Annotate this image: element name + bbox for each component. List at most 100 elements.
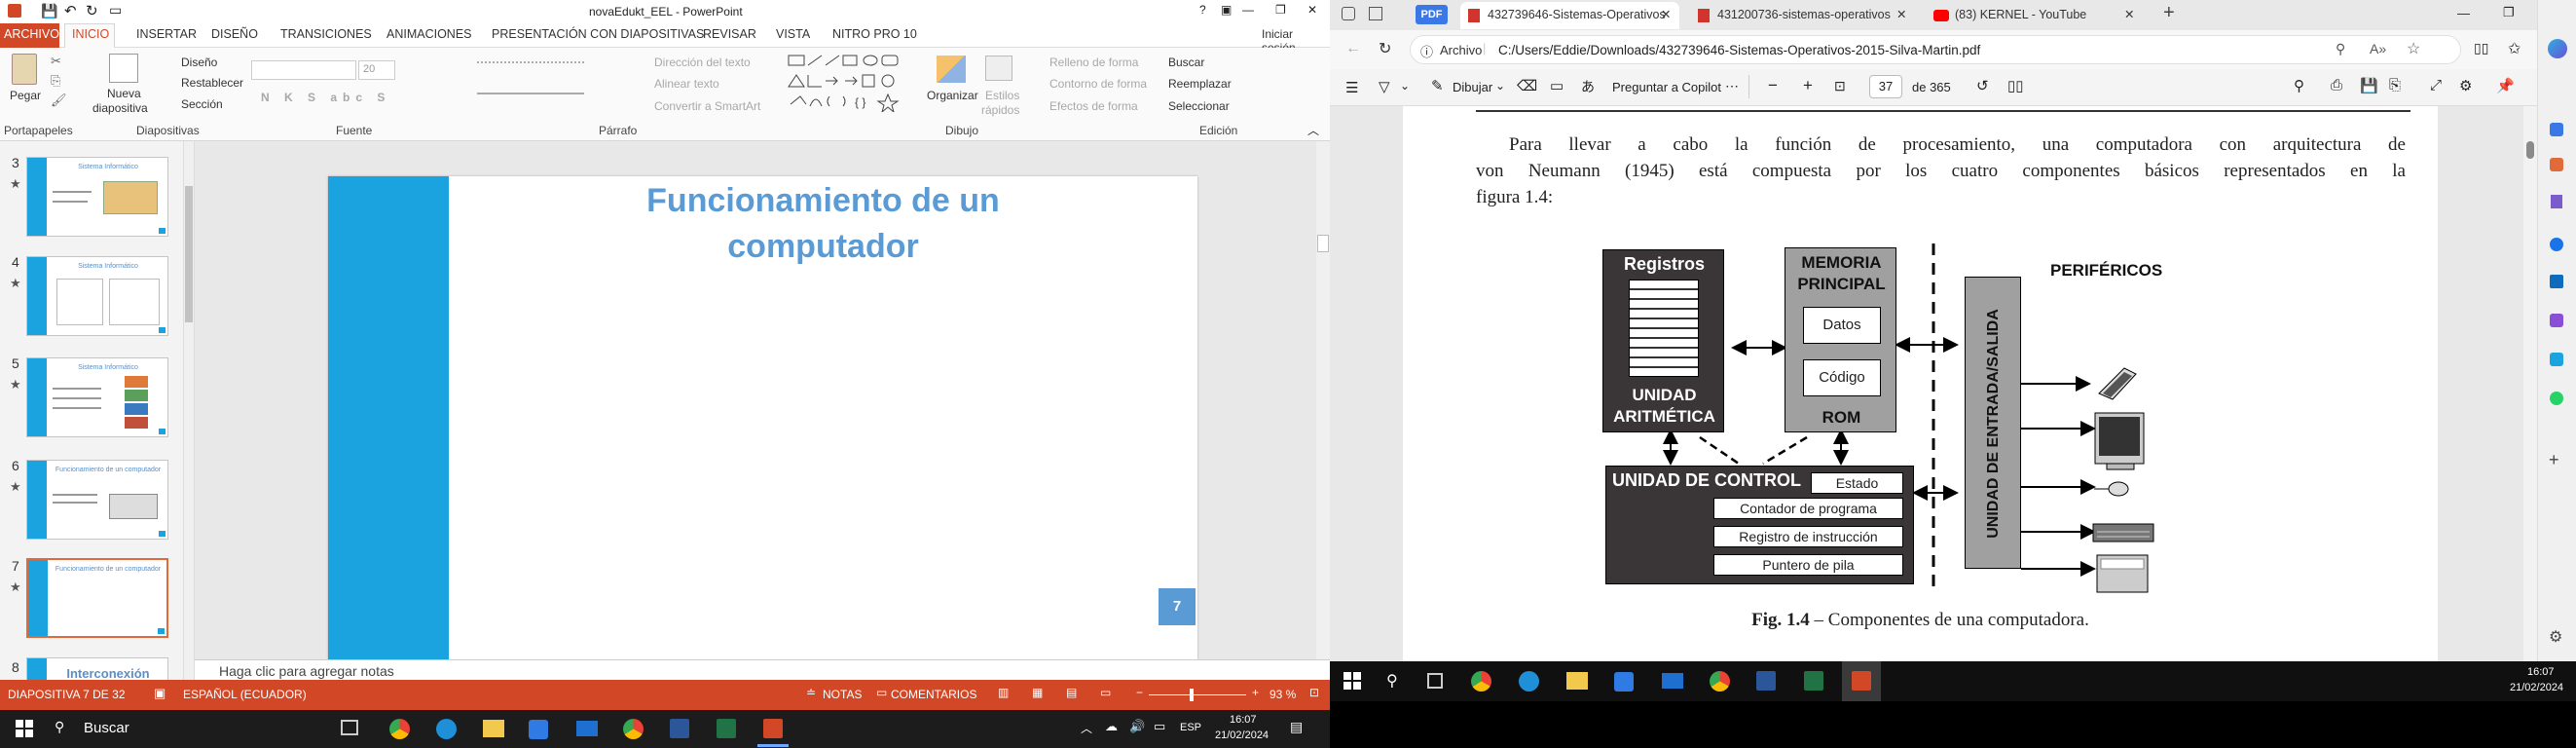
print-icon[interactable]: ⎙ <box>2331 77 2342 94</box>
mail-icon[interactable] <box>1662 673 1683 689</box>
ribbon-display-icon[interactable]: ▣ <box>1221 3 1232 17</box>
restore-icon[interactable]: ❐ <box>2503 5 2515 20</box>
editor-scrollbar[interactable] <box>1316 141 1330 659</box>
redo-icon[interactable]: ↻ <box>86 2 98 19</box>
page-number-input[interactable]: 37 <box>1869 75 1902 98</box>
new-slide-icon[interactable] <box>109 54 138 83</box>
network-icon[interactable]: ☁ <box>1105 719 1118 734</box>
draw-dropdown-icon[interactable]: ⌄ <box>1495 79 1505 93</box>
new-tab-icon[interactable]: + <box>2163 2 2175 24</box>
sidebar-outlook-icon[interactable] <box>2550 275 2563 288</box>
slide-thumb-6[interactable]: Funcionamiento de un computador <box>26 460 168 540</box>
tab-presentacion[interactable]: PRESENTACIÓN CON DIAPOSITIVAS <box>492 27 704 41</box>
zoom-in-icon[interactable]: + <box>1803 76 1813 95</box>
edge-tab-2[interactable]: 431200736-sistemas-operativos ✕ <box>1690 2 1914 29</box>
shape-outline-button[interactable]: Contorno de forma <box>1049 77 1147 91</box>
quick-styles-l1[interactable]: Estilos <box>985 89 1019 102</box>
edge-tab-1[interactable]: 432739646-Sistemas-Operativos ✕ <box>1460 2 1679 29</box>
split-screen-icon[interactable]: ▯▯ <box>2474 40 2488 56</box>
word-icon[interactable] <box>670 719 689 738</box>
powerpoint-taskbar-icon[interactable] <box>1852 671 1871 691</box>
pdf-scroll-thumb[interactable] <box>2526 141 2534 159</box>
help-icon[interactable]: ? <box>1199 3 1206 17</box>
text-icon[interactable]: ▭ <box>1550 77 1564 94</box>
copilot-icon[interactable] <box>2548 39 2567 58</box>
tab-archivo[interactable]: ARCHIVO <box>4 27 59 41</box>
paste-button[interactable]: Pegar <box>10 89 41 102</box>
slide-thumb-5[interactable]: Sistema Informático <box>26 357 168 437</box>
erase-icon[interactable]: ⌫ <box>1517 77 1537 94</box>
find-button[interactable]: Buscar <box>1168 56 1204 69</box>
word-icon[interactable] <box>1756 671 1776 691</box>
notes-icon[interactable]: ≐ <box>806 686 816 699</box>
smartart-button[interactable]: Convertir a SmartArt <box>654 99 760 113</box>
taskbar-search-label[interactable]: Buscar <box>84 720 129 736</box>
slide-thumb-4[interactable]: Sistema Informático <box>26 256 168 336</box>
fit-slide-icon[interactable]: ⊡ <box>1309 686 1319 699</box>
tab-vista[interactable]: VISTA <box>776 27 810 41</box>
refresh-icon[interactable]: ↻ <box>1379 39 1391 58</box>
reset-button[interactable]: Restablecer <box>181 76 243 90</box>
tray-chevron-icon[interactable]: ︿ <box>1081 720 1092 736</box>
store-icon[interactable] <box>529 720 548 739</box>
align-text-button[interactable]: Alinear texto <box>654 77 719 91</box>
tab-close-icon[interactable]: ✕ <box>1896 7 1906 21</box>
format-painter-icon[interactable]: 🖌 <box>51 93 67 108</box>
reading-view-icon[interactable]: ▤ <box>1066 686 1077 699</box>
language-status[interactable]: ESPAÑOL (ECUADOR) <box>183 688 307 701</box>
search-pdf-icon[interactable]: ⚲ <box>2294 77 2304 94</box>
normal-view-icon[interactable]: ▥ <box>998 686 1009 699</box>
file-explorer-icon[interactable] <box>1566 672 1588 690</box>
file-explorer-icon[interactable] <box>483 720 504 737</box>
powerpoint-taskbar-icon[interactable] <box>763 719 783 738</box>
section-button[interactable]: Sección <box>181 97 223 111</box>
edge-tab-3[interactable]: (83) KERNEL - YouTube ✕ <box>1926 2 2142 29</box>
clock-date[interactable]: 21/02/2024 <box>1215 729 1269 741</box>
volume-icon[interactable]: 🔊 <box>1129 719 1145 734</box>
contents-icon[interactable]: ☰ <box>1345 79 1358 96</box>
settings-icon[interactable]: ⚙ <box>2459 77 2472 94</box>
excel-icon[interactable] <box>1804 671 1823 691</box>
tab-nitro[interactable]: NITRO PRO 10 <box>832 27 917 41</box>
search-icon[interactable]: ⚲ <box>55 719 64 735</box>
tab-animaciones[interactable]: ANIMACIONES <box>386 27 472 41</box>
slide-thumb-7-selected[interactable]: Funcionamiento de un computador <box>26 558 168 638</box>
edge-icon[interactable] <box>1519 671 1539 692</box>
paste-icon[interactable] <box>12 54 37 85</box>
layout-button[interactable]: Diseño <box>181 56 217 69</box>
zoom-icon[interactable]: ⚲ <box>2336 41 2345 57</box>
notes-placeholder[interactable]: Haga clic para agregar notas <box>219 663 394 679</box>
shape-fill-button[interactable]: Relleno de forma <box>1049 56 1138 69</box>
rotate-icon[interactable]: ↺ <box>1976 77 1989 94</box>
cut-icon[interactable]: ✂ <box>51 54 61 69</box>
zoom-out-icon[interactable]: − <box>1768 76 1778 95</box>
highlight-dropdown-icon[interactable]: ⌄ <box>1400 79 1410 93</box>
zoom-out-icon[interactable]: − <box>1136 686 1143 699</box>
shapes-gallery[interactable]: { } <box>787 54 913 112</box>
slide-thumb-8[interactable]: Interconexión <box>26 657 168 680</box>
copilot-button[interactable]: Preguntar a Copilot <box>1612 80 1721 94</box>
align-buttons-icon[interactable] <box>477 93 584 102</box>
read-aloud-icon[interactable]: A» <box>2370 41 2386 56</box>
tab-transiciones[interactable]: TRANSICIONES <box>280 27 372 41</box>
tab-inicio[interactable]: INICIO <box>72 27 109 41</box>
highlight-icon[interactable]: ▽ <box>1379 78 1390 95</box>
thumb-scroll-thumb[interactable] <box>185 186 193 322</box>
sidebar-shopping-icon[interactable] <box>2550 123 2563 136</box>
windows-start-icon[interactable] <box>1343 672 1361 690</box>
fullscreen-icon[interactable]: ⤢ <box>2430 77 2442 94</box>
sidebar-add-icon[interactable]: + <box>2549 450 2559 470</box>
quick-styles-l2[interactable]: rápidos <box>981 103 1019 117</box>
arrange-icon[interactable] <box>937 56 966 83</box>
favorites-icon[interactable]: ✩ <box>2508 39 2521 58</box>
quick-styles-icon[interactable] <box>985 56 1012 81</box>
comments-button[interactable]: COMENTARIOS <box>891 688 976 701</box>
text-direction-button[interactable]: Dirección del texto <box>654 56 751 69</box>
tab-actions-icon[interactable] <box>1369 7 1382 20</box>
new-slide-button-l1[interactable]: Nueva <box>107 87 141 100</box>
task-view-icon[interactable] <box>341 720 358 735</box>
tab-close-icon[interactable]: ✕ <box>1661 7 1671 21</box>
zoom-slider-thumb[interactable] <box>1190 689 1194 701</box>
more-icon[interactable]: ⋯ <box>1725 78 1739 94</box>
zoom-slider[interactable] <box>1149 694 1246 695</box>
